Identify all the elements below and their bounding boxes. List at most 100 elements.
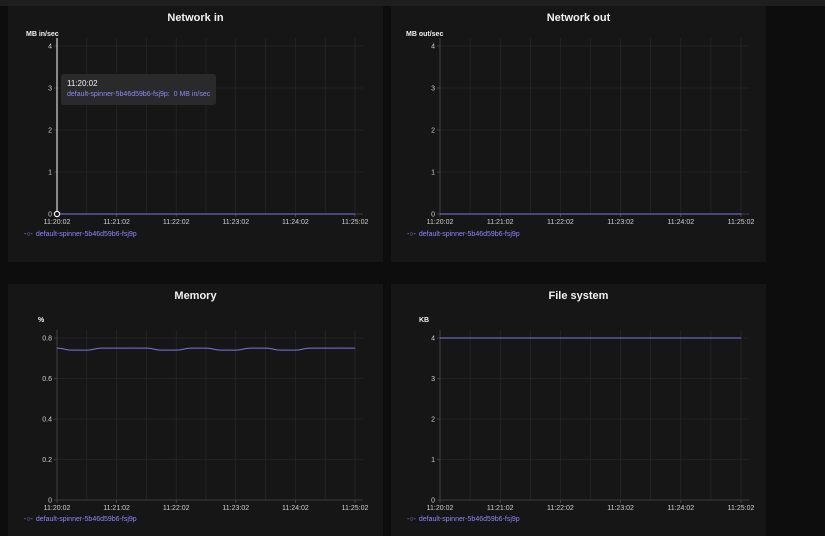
series-point	[175, 213, 177, 215]
series-point	[131, 347, 132, 349]
x-tick-label: 11:23:02	[222, 219, 249, 226]
y-tick-label: 2	[431, 128, 435, 135]
y-tick-label: 4	[431, 336, 435, 343]
legend-marker-icon: -○-	[407, 231, 416, 238]
y-tick-label: 2	[431, 417, 435, 424]
x-tick-label: 11:20:02	[44, 219, 71, 226]
series-point	[146, 347, 147, 349]
chart-legend[interactable]: -○- default-spinner-5b46d59b6-fsj9p	[407, 516, 520, 523]
series-point	[205, 347, 207, 349]
chart-panel-network-in: Network in MB in/sec 0 1 2 3 4 11:20:02 11:21:…	[8, 6, 383, 262]
series-point	[160, 349, 162, 351]
series-point	[309, 347, 311, 349]
series-point	[235, 213, 237, 215]
y-tick-label: 3	[48, 86, 52, 93]
series-point	[101, 347, 103, 349]
series-point	[680, 213, 682, 215]
series-point	[295, 349, 296, 351]
y-tick-label: 1	[431, 170, 435, 177]
series-point	[250, 347, 252, 349]
y-tick-label: 0.8	[42, 336, 52, 343]
tooltip-time: 11:20:02	[67, 79, 98, 88]
x-tick-label: 11:24:02	[282, 505, 309, 512]
y-tick-label: 2	[48, 128, 52, 135]
series-point	[439, 213, 441, 215]
x-tick-label: 11:21:02	[103, 505, 130, 512]
series-point	[740, 337, 742, 339]
tooltip-series-name: default-spinner-5b46d59b6-fsj9p:	[67, 91, 170, 98]
series-point	[499, 213, 501, 215]
series-point	[220, 349, 222, 351]
series-point	[280, 349, 281, 351]
x-tick-label: 11:25:02	[342, 505, 369, 512]
y-tick-label: 0	[48, 498, 52, 505]
series-point	[354, 347, 356, 349]
y-tick-label: 4	[48, 44, 52, 51]
y-tick-label: 0	[431, 212, 435, 219]
y-tick-label: 0.2	[42, 457, 52, 464]
x-tick-label: 11:20:02	[44, 505, 71, 512]
x-tick-label: 11:25:02	[728, 219, 755, 226]
y-tick-label: 0	[431, 498, 435, 505]
legend-marker-icon: -○-	[24, 516, 33, 523]
series-point	[56, 347, 58, 349]
chart-plot[interactable]: 0 1 2 3 4 11:20:02 11:21:02 11:22:02 11:23:02 11:…	[8, 6, 383, 262]
series-point	[116, 213, 117, 215]
series-point	[620, 337, 621, 339]
chart-plot[interactable]: 0 1 2 3 4 11:20:02 11:21:02 11:22:02 11:23:02 11:…	[391, 284, 766, 536]
series-point	[175, 349, 177, 351]
x-tick-label: 11:22:02	[163, 505, 190, 512]
x-tick-label: 11:21:02	[487, 219, 514, 226]
series-point	[265, 347, 266, 349]
chart-plot[interactable]: 0 1 2 3 4 11:20:02 11:21:02 11:22:02 11:23:02 11:…	[391, 6, 766, 262]
x-tick-label: 11:22:02	[547, 219, 574, 226]
x-tick-label: 11:23:02	[222, 505, 249, 512]
y-tick-label: 3	[431, 86, 435, 93]
y-tick-label: 1	[48, 170, 52, 177]
series-point	[339, 347, 341, 349]
series-point	[324, 347, 326, 349]
legend-marker-icon: -○-	[407, 516, 416, 523]
series-point	[740, 213, 742, 215]
series-point	[439, 337, 441, 339]
series-point	[71, 349, 73, 351]
x-tick-label: 11:21:02	[487, 505, 514, 512]
series-point	[354, 213, 356, 215]
series-point	[295, 213, 296, 215]
x-tick-label: 11:22:02	[163, 219, 190, 226]
y-tick-label: 0.6	[42, 376, 52, 383]
y-tick-label: 0	[48, 212, 52, 219]
series-point	[620, 213, 621, 215]
x-tick-label: 11:22:02	[547, 505, 574, 512]
x-tick-label: 11:20:02	[427, 219, 454, 226]
legend-series-label: default-spinner-5b46d59b6-fsj9p	[418, 516, 520, 523]
tooltip-series-value: default-spinner-5b46d59b6-fsj9p: 0 MB in…	[67, 89, 210, 100]
series-point	[499, 337, 501, 339]
x-tick-label: 11:20:02	[427, 505, 454, 512]
x-tick-label: 11:25:02	[728, 505, 755, 512]
y-tick-label: 1	[431, 457, 435, 464]
chart-plot[interactable]: 0 0.2 0.4 0.6 0.8 11:20:02 11:21:02 11:22:02 11:…	[8, 284, 383, 536]
chart-panel-network-out: Network out MB out/sec 0 1 2 3 4 11:20:02 11:2…	[391, 6, 766, 262]
series-point	[560, 213, 561, 215]
chart-legend[interactable]: -○- default-spinner-5b46d59b6-fsj9p	[24, 516, 137, 523]
x-tick-label: 11:21:02	[103, 219, 130, 226]
chart-legend[interactable]: -○- default-spinner-5b46d59b6-fsj9p	[24, 231, 137, 238]
x-tick-label: 11:24:02	[667, 219, 694, 226]
series-point	[86, 349, 88, 351]
series-point	[680, 337, 682, 339]
chart-legend[interactable]: -○- default-spinner-5b46d59b6-fsj9p	[407, 231, 520, 238]
chart-tooltip: 11:20:02 default-spinner-5b46d59b6-fsj9p…	[61, 74, 217, 105]
y-tick-label: 4	[431, 44, 435, 51]
x-tick-label: 11:24:02	[282, 219, 309, 226]
legend-series-label: default-spinner-5b46d59b6-fsj9p	[35, 516, 137, 523]
legend-series-label: default-spinner-5b46d59b6-fsj9p	[35, 231, 137, 238]
series-point	[235, 349, 237, 351]
legend-marker-icon: -○-	[24, 231, 33, 238]
y-tick-label: 3	[431, 376, 435, 383]
x-tick-label: 11:23:02	[607, 505, 634, 512]
tooltip-value: 0 MB in/sec	[173, 91, 211, 98]
hover-point-marker	[53, 210, 61, 218]
y-tick-label: 0.4	[42, 417, 52, 424]
series-point	[190, 347, 192, 349]
